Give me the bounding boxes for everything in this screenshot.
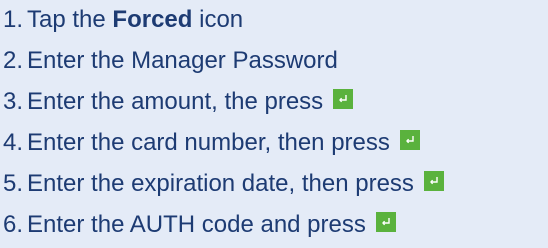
step-text: Tap the Forced icon	[27, 6, 243, 34]
step-text-after: icon	[199, 6, 244, 33]
step-text: Enter the expiration date, then press	[27, 170, 414, 197]
enter-key-icon	[375, 212, 396, 232]
step-number: 4.	[3, 129, 24, 156]
step-number: 3.	[3, 88, 24, 115]
step-text: Enter the Manager Password	[27, 47, 338, 74]
step-1: 1. Tap the Forced icon	[3, 2, 243, 38]
instruction-list: 1. Tap the Forced icon 2. Enter the Mana…	[0, 0, 548, 248]
step-5: 5. Enter the expiration date, then press	[3, 166, 444, 202]
step-number: 2.	[3, 47, 24, 74]
enter-key-icon	[423, 171, 444, 191]
step-6: 6. Enter the AUTH code and press	[3, 207, 396, 243]
step-4: 4. Enter the card number, then press	[3, 125, 420, 161]
step-text: Enter the card number, then press	[27, 129, 390, 156]
step-text: Enter the amount, the press	[27, 88, 324, 115]
step-3: 3. Enter the amount, the press	[3, 84, 354, 120]
step-2: 2. Enter the Manager Password	[3, 43, 338, 79]
enter-key-icon	[399, 130, 420, 150]
step-text: Enter the AUTH code and press	[27, 211, 366, 238]
forced-label: Forced	[112, 6, 193, 33]
step-number: 6.	[3, 211, 24, 238]
step-number: 5.	[3, 170, 24, 197]
step-text-before: Tap the	[27, 6, 106, 33]
step-number: 1.	[3, 6, 24, 33]
enter-key-icon	[333, 89, 354, 109]
